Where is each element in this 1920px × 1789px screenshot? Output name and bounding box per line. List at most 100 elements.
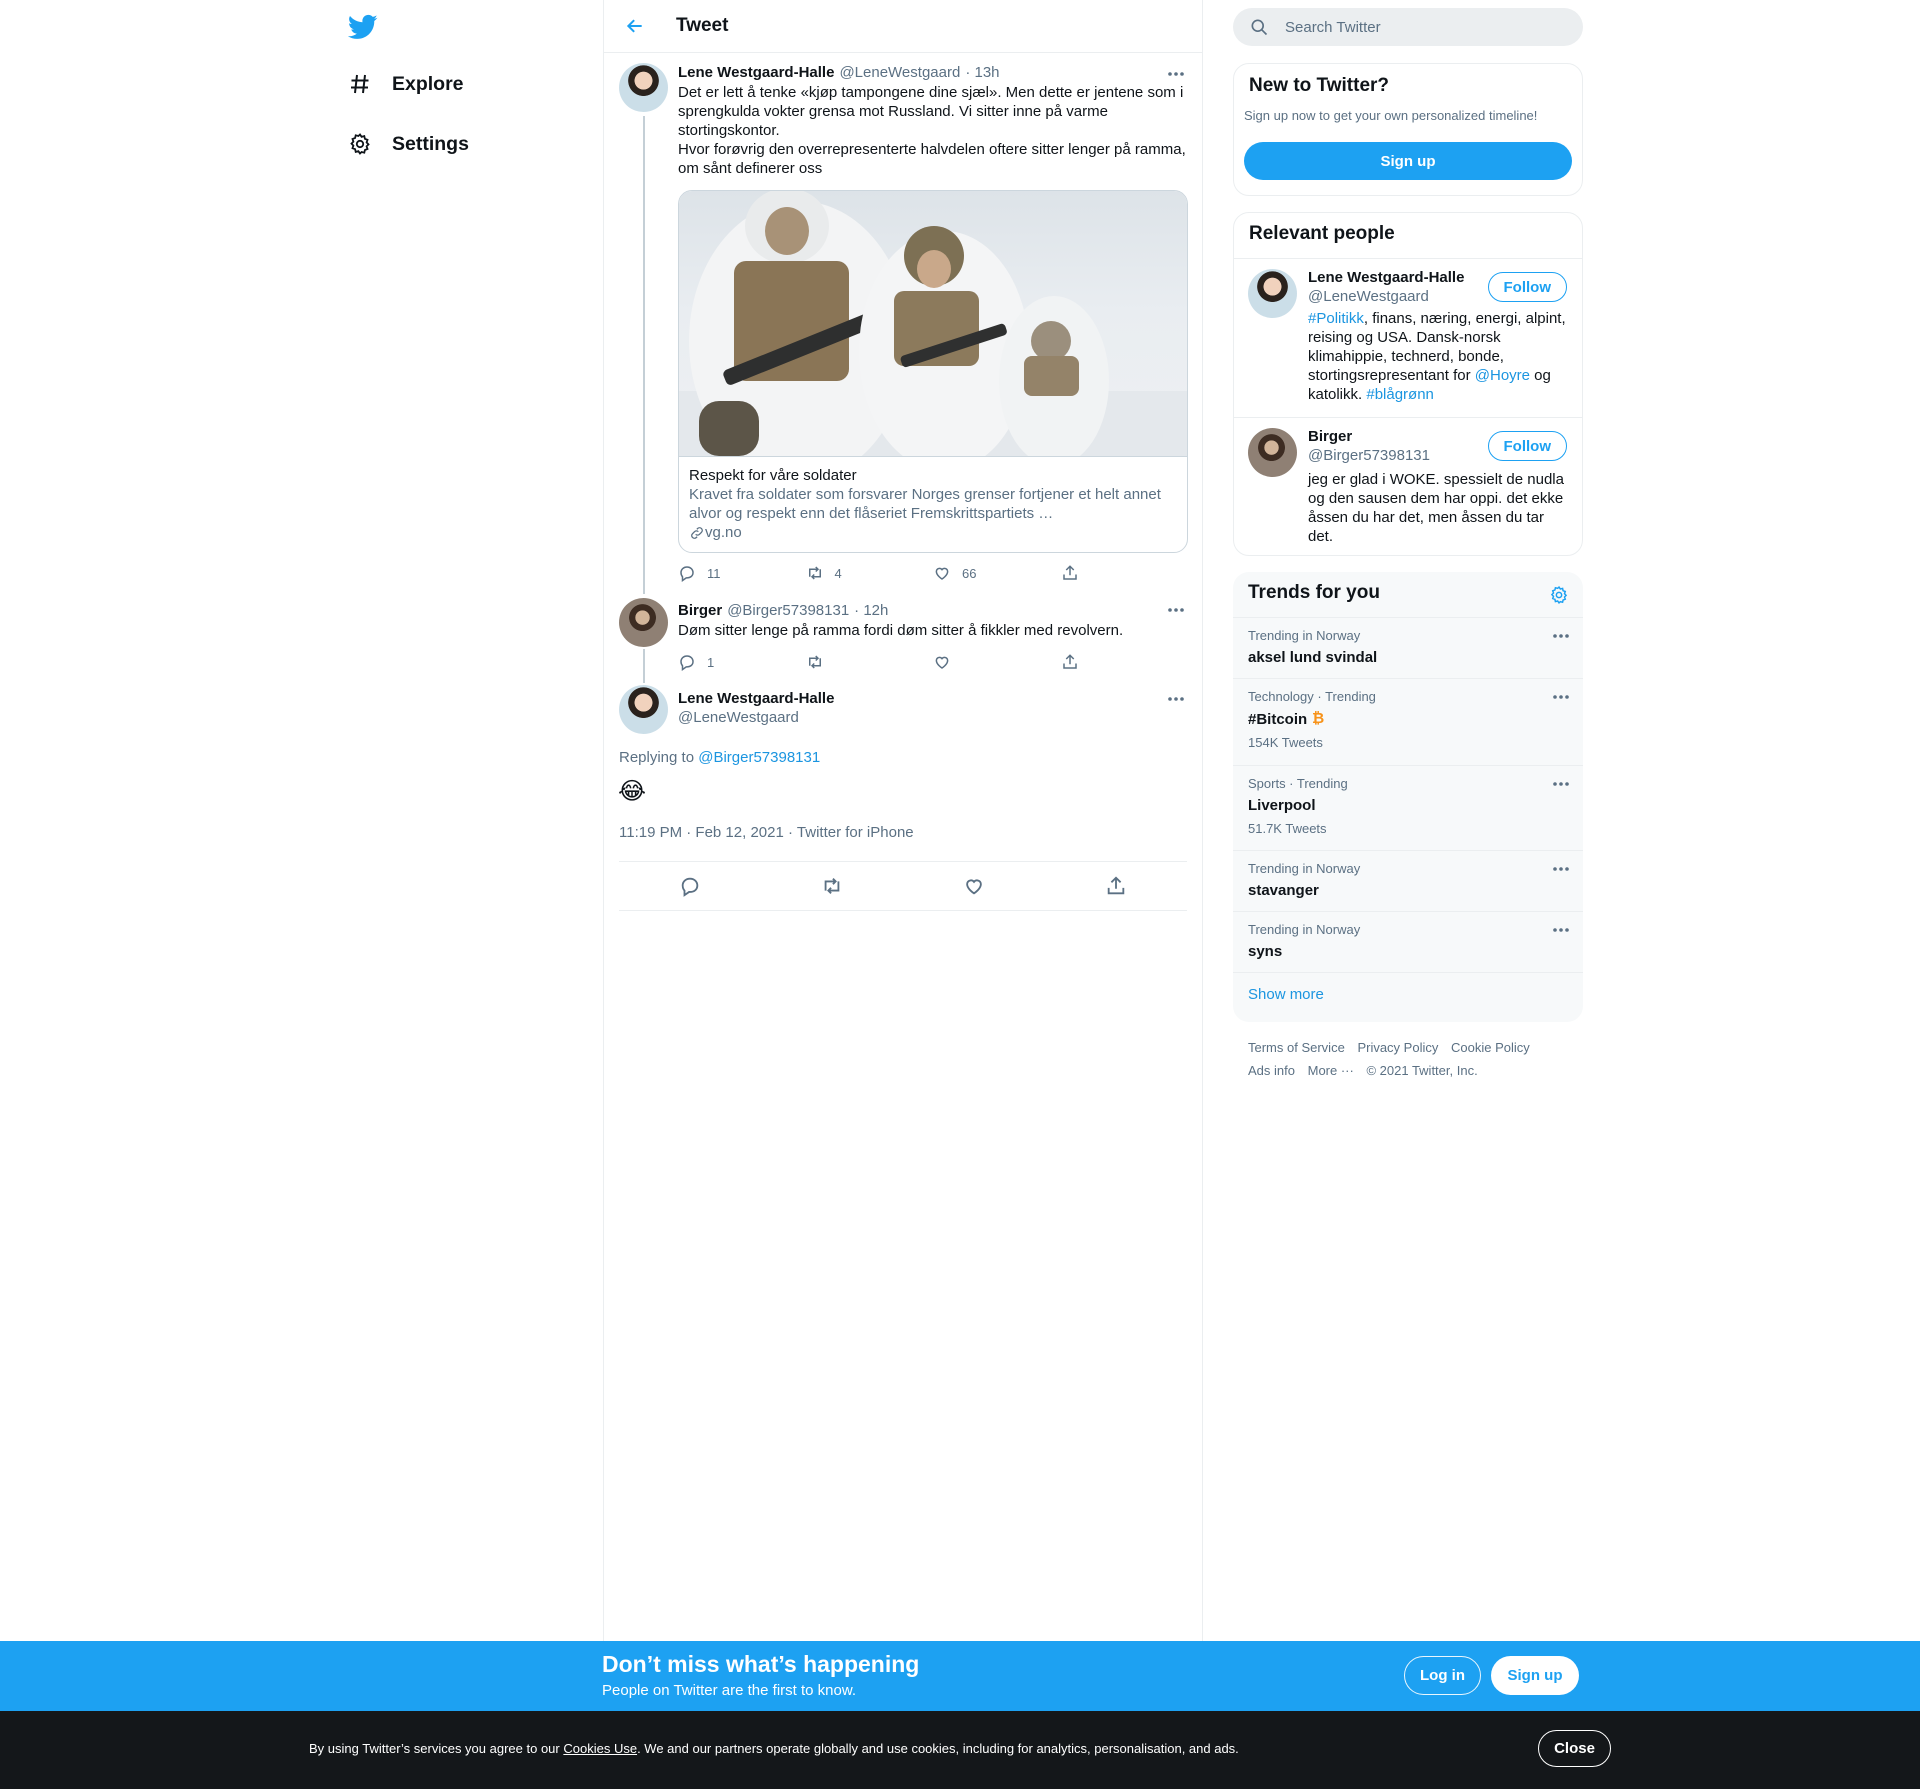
trend-name: stavanger bbox=[1248, 882, 1319, 899]
focused-tweet: Lene Westgaard-Halle @LeneWestgaard Repl… bbox=[604, 683, 1202, 911]
reply-icon[interactable] bbox=[679, 875, 701, 897]
author-handle[interactable]: @LeneWestgaard bbox=[678, 708, 834, 727]
trend-item[interactable]: Trending in Norway aksel lund svindal bbox=[1233, 617, 1583, 678]
tweet-time[interactable]: · 12h bbox=[854, 601, 888, 621]
share-button[interactable] bbox=[1061, 564, 1189, 582]
retweet-button[interactable]: 4 bbox=[806, 564, 934, 582]
bio-mention-link[interactable]: @Hoyre bbox=[1475, 367, 1530, 384]
person-handle[interactable]: @Birger57398131 bbox=[1308, 446, 1430, 465]
author-name[interactable]: Lene Westgaard-Halle bbox=[678, 689, 834, 708]
avatar[interactable] bbox=[619, 685, 668, 734]
footer-link[interactable]: Ads info bbox=[1248, 1063, 1295, 1078]
trend-meta: Trending in Norway bbox=[1248, 922, 1361, 937]
trend-item[interactable]: Trending in Norway syns bbox=[1233, 911, 1583, 972]
trend-item[interactable]: Technology · Trending #Bitcoin ₿ 154K Tw… bbox=[1233, 678, 1583, 765]
bio-hashtag-link[interactable]: #blågrønn bbox=[1366, 386, 1434, 403]
retweet-button[interactable] bbox=[806, 653, 934, 671]
footer-more-link[interactable]: More ··· bbox=[1308, 1063, 1354, 1078]
person-bio: jeg er glad i WOKE. spessielt de nudla o… bbox=[1308, 470, 1578, 546]
footer-link[interactable]: Privacy Policy bbox=[1357, 1040, 1438, 1055]
trend-item[interactable]: Trending in Norway stavanger bbox=[1233, 850, 1583, 911]
trend-item[interactable]: Sports · Trending Liverpool 51.7K Tweets bbox=[1233, 765, 1583, 850]
hashtag-icon bbox=[346, 70, 374, 98]
author-name[interactable]: Lene Westgaard-Halle bbox=[678, 63, 834, 83]
trend-meta: Sports · Trending bbox=[1248, 776, 1348, 791]
nav-explore[interactable]: Explore bbox=[346, 64, 464, 104]
like-button[interactable] bbox=[933, 653, 1061, 671]
reply-icon bbox=[680, 566, 694, 582]
follow-button[interactable]: Follow bbox=[1487, 272, 1567, 302]
twitter-logo-icon[interactable] bbox=[347, 12, 378, 42]
card-description-line: Kravet fra soldater som forsvarer Norges… bbox=[689, 486, 1161, 503]
like-button[interactable]: 66 bbox=[933, 564, 1061, 582]
close-button[interactable]: Close bbox=[1538, 1730, 1611, 1767]
sign-up-button[interactable]: Sign up bbox=[1244, 142, 1572, 180]
retweet-icon[interactable] bbox=[821, 875, 843, 897]
tweet-header: Lene Westgaard-Halle @LeneWestgaard · 13… bbox=[678, 63, 1188, 83]
footer-link[interactable]: Terms of Service bbox=[1248, 1040, 1345, 1055]
banner-sign-up-button[interactable]: Sign up bbox=[1491, 1656, 1579, 1695]
more-options-icon[interactable] bbox=[1166, 64, 1186, 84]
card-image bbox=[679, 191, 1187, 456]
nav-settings[interactable]: Settings bbox=[346, 124, 469, 164]
bio-hashtag-link[interactable]: #Politikk bbox=[1308, 310, 1364, 327]
focused-actions bbox=[619, 861, 1187, 911]
reply-button[interactable]: 11 bbox=[678, 564, 806, 582]
cookies-use-link[interactable]: Cookies Use bbox=[563, 1741, 637, 1756]
bio-text: det. bbox=[1308, 528, 1334, 545]
banner-headline: Don’t miss what’s happening bbox=[602, 1651, 920, 1677]
tweet-source[interactable]: Twitter for iPhone bbox=[797, 824, 914, 841]
author-handle[interactable]: @LeneWestgaard bbox=[839, 63, 960, 83]
follow-button[interactable]: Follow bbox=[1487, 431, 1567, 461]
person-name[interactable]: Birger bbox=[1308, 427, 1430, 446]
share-icon[interactable] bbox=[1105, 875, 1127, 897]
share-button[interactable] bbox=[1061, 653, 1189, 671]
bio-text: katolikk. bbox=[1308, 386, 1367, 403]
author-handle[interactable]: @Birger57398131 bbox=[727, 601, 849, 621]
gear-icon[interactable] bbox=[1549, 585, 1569, 605]
bio-text: åssen du har det, men åssen du tar bbox=[1308, 509, 1544, 526]
link-card[interactable]: Respekt for våre soldater Kravet fra sol… bbox=[678, 190, 1188, 553]
heart-icon[interactable] bbox=[963, 875, 985, 897]
person-info: Lene Westgaard-Halle @LeneWestgaard bbox=[1308, 268, 1464, 306]
replying-to-link[interactable]: @Birger57398131 bbox=[698, 749, 820, 766]
more-options-icon[interactable] bbox=[1551, 687, 1571, 707]
retweet-icon bbox=[808, 655, 821, 669]
cookie-text-before: By using Twitter’s services you agree to… bbox=[309, 1741, 564, 1756]
avatar[interactable] bbox=[619, 63, 668, 112]
more-options-icon[interactable] bbox=[1551, 626, 1571, 646]
person-name[interactable]: Lene Westgaard-Halle bbox=[1308, 268, 1464, 287]
footer-link[interactable]: Cookie Policy bbox=[1451, 1040, 1530, 1055]
more-options-icon[interactable] bbox=[1551, 774, 1571, 794]
avatar[interactable] bbox=[1248, 269, 1297, 318]
show-more-link[interactable]: Show more bbox=[1233, 972, 1583, 1022]
search-input[interactable]: Search Twitter bbox=[1233, 8, 1583, 46]
reply-button[interactable]: 1 bbox=[678, 653, 806, 671]
person-item[interactable]: Lene Westgaard-Halle @LeneWestgaard Foll… bbox=[1234, 258, 1582, 417]
tweet-text-line: stortingskontor. bbox=[678, 122, 780, 139]
more-options-icon[interactable] bbox=[1166, 689, 1186, 709]
person-item[interactable]: Birger @Birger57398131 Follow jeg er gla… bbox=[1234, 417, 1582, 555]
soldiers-image bbox=[679, 191, 1187, 456]
more-options-icon[interactable] bbox=[1166, 600, 1186, 620]
trends-header: Trends for you bbox=[1233, 572, 1583, 617]
tweet[interactable]: Lene Westgaard-Halle @LeneWestgaard · 13… bbox=[604, 53, 1202, 594]
trend-name: aksel lund svindal bbox=[1248, 649, 1378, 666]
person-handle[interactable]: @LeneWestgaard bbox=[1308, 287, 1464, 306]
tweet[interactable]: Birger @Birger57398131 · 12h Døm sitter … bbox=[604, 593, 1202, 683]
reply-count: 1 bbox=[707, 654, 715, 670]
tweet-time[interactable]: · 13h bbox=[965, 63, 999, 83]
tweet-date[interactable]: 11:19 PM · Feb 12, 2021 bbox=[619, 824, 784, 841]
log-in-button[interactable]: Log in bbox=[1404, 1656, 1481, 1695]
copyright: © 2021 Twitter, Inc. bbox=[1366, 1063, 1478, 1078]
replying-prefix: Replying to bbox=[619, 749, 695, 766]
more-options-icon[interactable] bbox=[1551, 920, 1571, 940]
more-options-icon[interactable] bbox=[1551, 859, 1571, 879]
avatar[interactable] bbox=[1248, 428, 1297, 477]
card-domain: vg.no bbox=[689, 523, 1177, 542]
trend-name: #Bitcoin bbox=[1248, 711, 1308, 728]
heart-icon bbox=[935, 567, 949, 580]
author-name[interactable]: Birger bbox=[678, 601, 722, 621]
avatar[interactable] bbox=[619, 598, 668, 647]
back-button[interactable] bbox=[618, 9, 652, 43]
